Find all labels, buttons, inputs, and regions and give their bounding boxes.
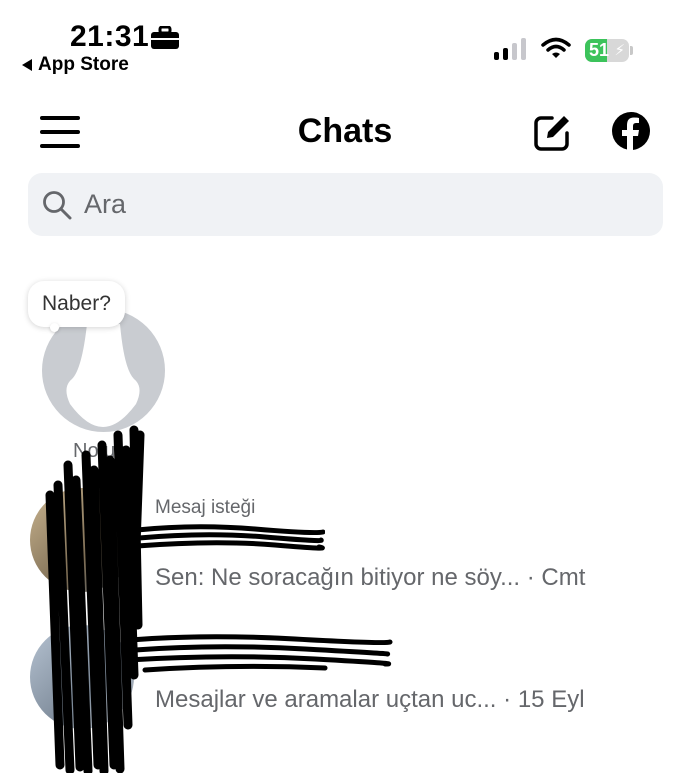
- message-request-tag: Mesaj isteği: [155, 497, 256, 518]
- redaction-scribble: [45, 425, 145, 773]
- briefcase-icon: [151, 26, 179, 49]
- charging-bolt-icon: ⚡: [614, 42, 625, 59]
- battery-indicator: 51 ⚡: [585, 39, 629, 62]
- default-avatar-icon: [66, 324, 140, 427]
- back-app-label: App Store: [38, 54, 129, 75]
- battery-cap: [630, 46, 633, 55]
- last-message: Mesajlar ve aramalar uçtan uc...: [155, 686, 497, 713]
- wifi-icon: [541, 37, 571, 58]
- message-time: Cmt: [541, 564, 586, 591]
- redacted-contact-name: [125, 634, 393, 673]
- message-time-separator: ·: [503, 686, 518, 713]
- back-arrow-icon: [22, 59, 32, 71]
- cellular-signal-icon: [494, 38, 526, 60]
- redacted-contact-name: [135, 524, 325, 551]
- search-placeholder: Ara: [84, 189, 127, 219]
- last-message: Sen: Ne soracağın bitiyor ne söy...: [155, 564, 521, 591]
- message-time: 15 Eyl: [517, 686, 585, 713]
- chat-row-preview[interactable]: Sen: Ne soracağın bitiyor ne söy... · Cm…: [155, 564, 585, 592]
- page-title: Chats: [297, 112, 393, 150]
- note-bubble[interactable]: Naber?: [28, 281, 125, 327]
- note-bubble-tail: [50, 323, 59, 332]
- search-icon: [43, 190, 72, 219]
- message-time-separator: ·: [526, 564, 542, 591]
- chat-row-preview[interactable]: Mesajlar ve aramalar uçtan uc... · 15 Ey…: [155, 686, 585, 714]
- my-note-avatar[interactable]: [42, 309, 165, 432]
- facebook-icon[interactable]: [611, 111, 651, 151]
- back-to-app-link[interactable]: App Store: [22, 54, 129, 76]
- search-bar[interactable]: Ara: [28, 173, 663, 236]
- battery-percent: 51: [589, 40, 610, 60]
- status-time: 21:31: [70, 20, 150, 53]
- compose-icon[interactable]: [532, 113, 572, 153]
